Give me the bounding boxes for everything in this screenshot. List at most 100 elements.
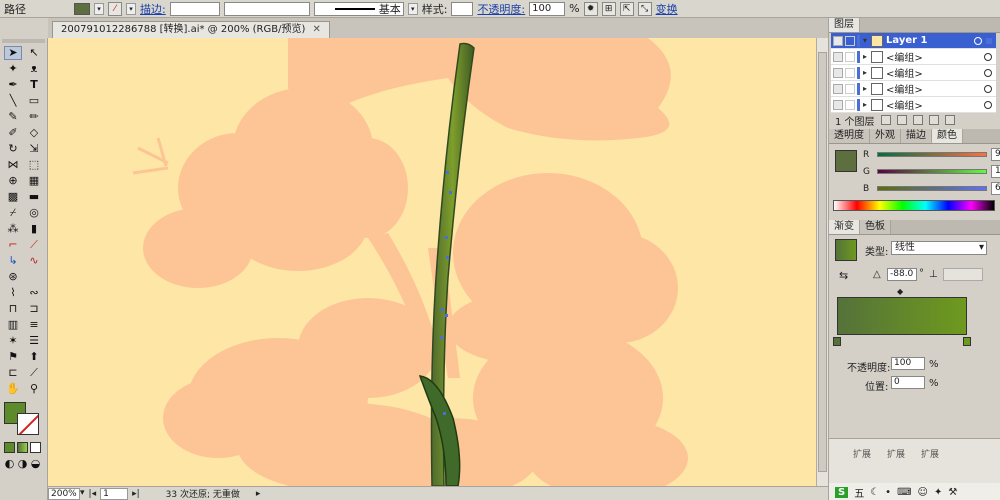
lock-icon[interactable]: [845, 35, 855, 46]
crop-tool-icon[interactable]: ⊏: [4, 366, 22, 380]
slice-tool-icon[interactable]: ⟋: [25, 238, 43, 252]
artboard-canvas[interactable]: [48, 38, 816, 486]
draw-behind-icon[interactable]: ◑: [17, 457, 28, 471]
layers-tab[interactable]: 图层: [829, 18, 860, 32]
sogou-logo-icon[interactable]: S: [835, 486, 849, 498]
symbol-sprayer-tool-icon[interactable]: ⁂: [4, 222, 22, 236]
layer-row[interactable]: ▸ <编组>: [831, 97, 996, 113]
panel-grip[interactable]: [2, 39, 45, 43]
current-fill-swatch[interactable]: [835, 150, 857, 172]
gradient-type-select[interactable]: 线性 ▾: [891, 241, 987, 255]
transform-link[interactable]: 变换: [656, 1, 678, 17]
new-sublayer-icon[interactable]: [912, 115, 923, 125]
expand-icon[interactable]: ▸: [863, 84, 871, 93]
perspective-grid-tool-icon[interactable]: ▦: [25, 174, 43, 188]
blend-tool-icon[interactable]: ◎: [25, 206, 43, 220]
lock-icon[interactable]: [845, 67, 855, 78]
opacity-label[interactable]: 不透明度:: [477, 1, 525, 17]
scale-tool-icon[interactable]: ⇲: [25, 142, 43, 156]
selection-tool-icon[interactable]: ➤: [4, 46, 22, 60]
green-slider[interactable]: [877, 169, 987, 174]
warp-tool-icon[interactable]: ⌇: [4, 286, 22, 300]
expand-icon[interactable]: ▸: [863, 100, 871, 109]
pen-tool-icon[interactable]: ✒: [4, 78, 22, 92]
paintbrush-tool-icon[interactable]: ✎: [4, 110, 22, 124]
fill-stroke-widget[interactable]: [4, 402, 44, 438]
moon-icon[interactable]: ☾: [870, 487, 879, 498]
gradient-tool-icon[interactable]: ▬: [25, 190, 43, 204]
column-graph-tool-icon[interactable]: ▮: [25, 222, 43, 236]
shape-builder-tool-icon[interactable]: ⊕: [4, 174, 22, 188]
eraser-tool-icon[interactable]: ◇: [25, 126, 43, 140]
target-icon[interactable]: [984, 84, 992, 93]
stop-position-field[interactable]: 0: [891, 376, 925, 389]
wrench-icon[interactable]: ⚒: [948, 487, 957, 498]
tab-color[interactable]: 颜色: [932, 129, 963, 143]
visibility-icon[interactable]: [833, 83, 843, 94]
settings-icon[interactable]: ✦: [934, 487, 942, 498]
select-similar-icon[interactable]: ⇱: [619, 1, 634, 16]
tab-transparency[interactable]: 透明度: [829, 129, 870, 143]
draw-normal-icon[interactable]: ◐: [4, 457, 15, 471]
knife-tool-icon[interactable]: ⟋: [25, 366, 43, 380]
punctuation-icon[interactable]: •: [885, 487, 891, 498]
recolor-icon[interactable]: ✹: [583, 1, 598, 16]
live-paint-tool-icon[interactable]: ⚑: [4, 350, 22, 364]
rectangle-tool-icon[interactable]: ▭: [25, 94, 43, 108]
twirl-tool-icon[interactable]: ∾: [25, 286, 43, 300]
red-slider[interactable]: [877, 152, 987, 157]
live-paint-select-tool-icon[interactable]: ⬆: [25, 350, 43, 364]
pucker-tool-icon[interactable]: ⊓: [4, 302, 22, 316]
hand-tool-icon[interactable]: ✋: [4, 382, 22, 396]
direct-selection-tool-icon[interactable]: ↖: [25, 46, 43, 60]
gradient-midpoint-icon[interactable]: ◆: [897, 287, 903, 296]
layer-row[interactable]: ▸ <编组>: [831, 81, 996, 97]
lasso-tool-icon[interactable]: ᴥ: [25, 62, 43, 76]
red-value-field[interactable]: 93: [991, 148, 1000, 161]
mesh-tool-icon[interactable]: ▩: [4, 190, 22, 204]
user-icon[interactable]: ☺: [918, 487, 928, 498]
close-icon[interactable]: ✕: [313, 24, 321, 35]
reverse-gradient-icon[interactable]: ⇆: [839, 269, 848, 282]
eyedropper-tool-icon[interactable]: ⌿: [4, 206, 22, 220]
fill-dropdown-icon[interactable]: ▾: [94, 2, 104, 15]
bottom-label-1[interactable]: 扩展: [853, 447, 871, 460]
lock-icon[interactable]: [845, 99, 855, 110]
zoom-field[interactable]: 200%: [48, 487, 80, 500]
isolate-icon[interactable]: ⤡: [637, 1, 652, 16]
target-icon[interactable]: [984, 52, 992, 61]
gradient-preview-swatch[interactable]: [835, 239, 857, 261]
angle-field[interactable]: -88.0: [887, 268, 917, 281]
expand-icon[interactable]: ▸: [863, 68, 871, 77]
slice-select-tool-icon[interactable]: ↳: [4, 254, 22, 268]
crystallize-tool-icon[interactable]: ✶: [4, 334, 22, 348]
draw-inside-icon[interactable]: ◒: [30, 457, 41, 471]
artboard-tool-icon[interactable]: ⌐: [4, 238, 22, 252]
align-icon[interactable]: ⊞: [601, 1, 616, 16]
layer-row[interactable]: ▸ <编组>: [831, 49, 996, 65]
ime-mode-label[interactable]: 五: [854, 485, 864, 500]
free-transform-tool-icon[interactable]: ⬚: [25, 158, 43, 172]
gradient-slider-bar[interactable]: [837, 297, 967, 335]
new-layer-icon[interactable]: [928, 115, 939, 125]
stroke-dropdown-icon[interactable]: ▾: [126, 2, 136, 15]
bottom-label-3[interactable]: 扩展: [921, 447, 939, 460]
opacity-field[interactable]: 100: [529, 1, 566, 16]
aspect-ratio-icon[interactable]: ⊥: [929, 269, 938, 280]
locate-object-icon[interactable]: [880, 115, 891, 125]
delete-layer-icon[interactable]: [944, 115, 955, 125]
tab-appearance[interactable]: 外观: [870, 129, 901, 143]
stroke-label[interactable]: 描边:: [140, 1, 166, 17]
line-tool-icon[interactable]: ╲: [4, 94, 22, 108]
last-page-icon[interactable]: ▸|: [132, 489, 140, 499]
type-tool-icon[interactable]: T: [25, 78, 43, 92]
tab-gradient[interactable]: 渐变: [829, 220, 860, 234]
bar-graph-tool-icon[interactable]: ≡: [25, 318, 43, 332]
none-mode-icon[interactable]: [30, 442, 41, 453]
stroke-none-icon[interactable]: ⁄: [108, 1, 122, 16]
target-icon[interactable]: [974, 36, 982, 45]
style-field[interactable]: [451, 1, 474, 16]
vertical-scrollbar[interactable]: [816, 38, 828, 486]
variable-width-field[interactable]: [223, 1, 310, 16]
visibility-icon[interactable]: [833, 51, 843, 62]
